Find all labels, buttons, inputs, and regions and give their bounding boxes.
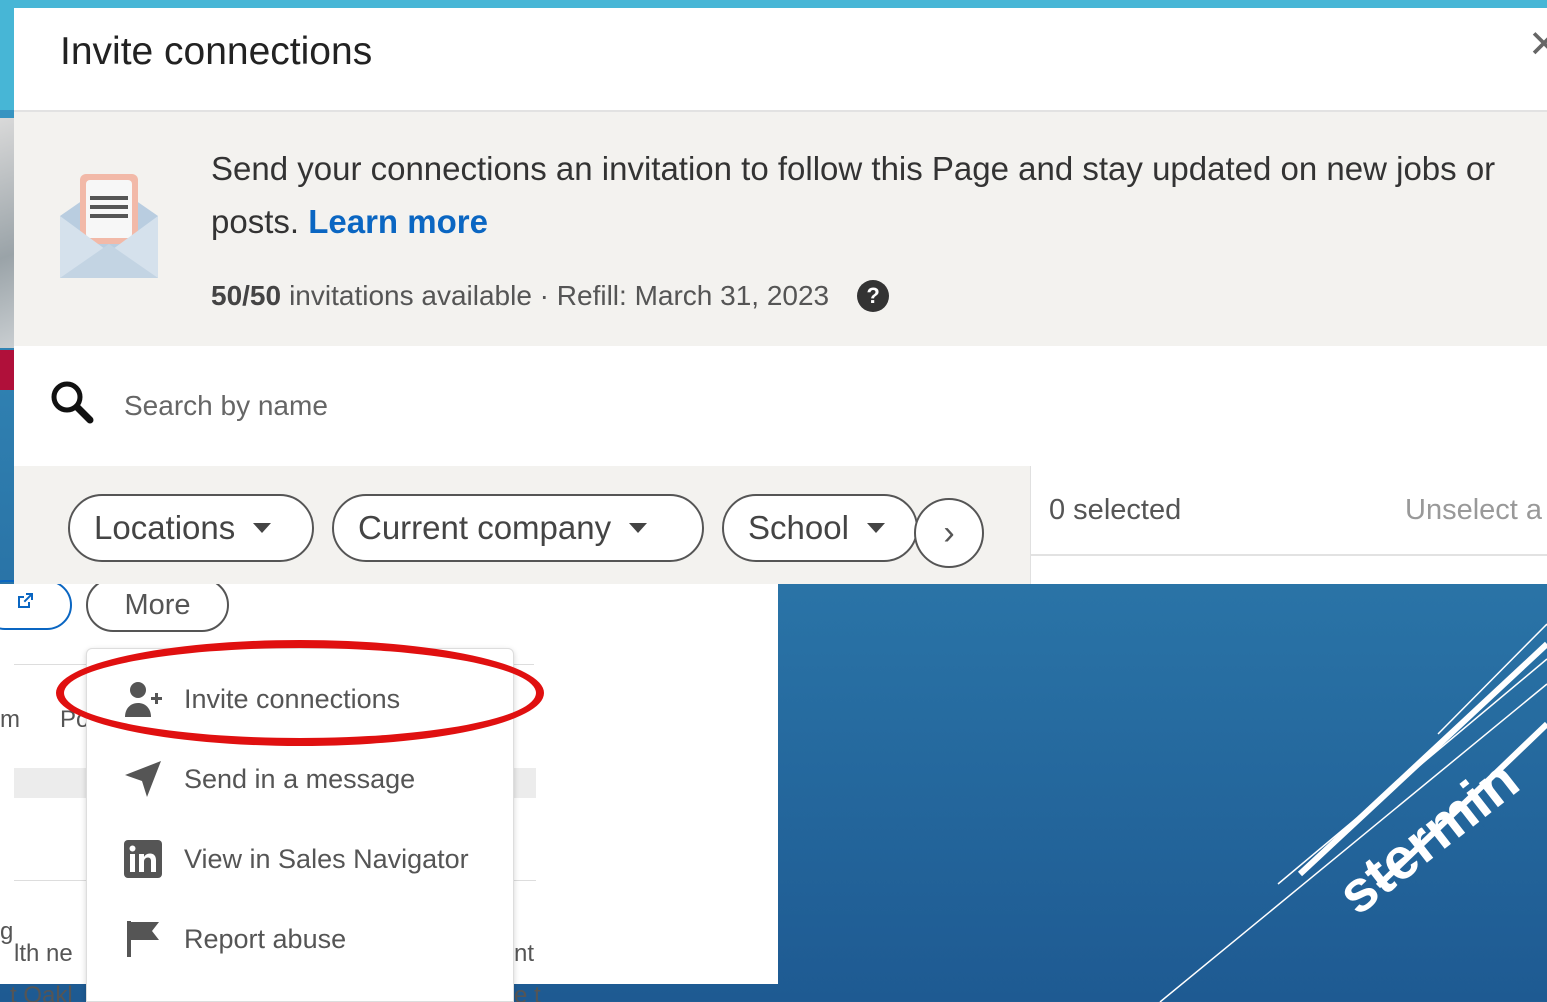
invitations-status: 50/50 invitations available · Refill: Ma… — [211, 280, 890, 312]
background-text-fragment: lth ne — [14, 940, 73, 967]
linkedin-icon — [123, 839, 163, 879]
close-icon[interactable]: ✕ — [1528, 22, 1547, 67]
filter-label: Locations — [94, 509, 236, 546]
envelope-icon — [60, 174, 158, 278]
filter-label: School — [748, 509, 849, 546]
search-row — [14, 346, 1547, 466]
menu-item-label: Invite connections — [184, 683, 401, 714]
caret-down-icon — [629, 523, 648, 533]
background-text-fragment: e t — [514, 982, 541, 1002]
search-icon — [51, 381, 94, 424]
more-button[interactable]: More — [86, 578, 229, 632]
background-external-link-button[interactable] — [0, 580, 72, 630]
selection-panel: 0 selected Unselect a — [1030, 466, 1547, 584]
filters-next-button[interactable]: › — [914, 498, 984, 568]
menu-item-label: Report abuse — [184, 923, 347, 954]
filter-bar: Locations Current company School — [14, 466, 1030, 584]
caret-down-icon — [866, 523, 885, 533]
background-text-fragment: nt — [514, 940, 535, 967]
background-text-fragment: Po — [60, 706, 90, 733]
invitations-label: invitations available · Refill: March 31… — [289, 280, 830, 311]
menu-item-view-sales-navigator[interactable]: View in Sales Navigator — [87, 819, 515, 899]
unselect-all-button[interactable]: Unselect a — [1405, 494, 1542, 527]
backdrop-top-strip — [0, 0, 1547, 8]
background-text-fragment: t Oakl — [10, 982, 73, 1002]
filter-label: Current company — [358, 509, 612, 546]
menu-item-report-abuse[interactable]: Report abuse — [87, 899, 515, 979]
menu-item-label: View in Sales Navigator — [184, 843, 469, 874]
flag-icon — [123, 919, 163, 959]
external-link-icon — [14, 590, 36, 612]
caret-down-icon — [253, 523, 272, 533]
invitations-count: 50/50 — [211, 280, 282, 311]
person-add-icon — [123, 679, 163, 719]
search-input[interactable] — [124, 384, 1024, 428]
learn-more-link[interactable]: Learn more — [308, 203, 488, 240]
send-icon — [123, 759, 163, 799]
invite-connections-modal: Invite connections ✕ Send your connectio… — [14, 8, 1547, 584]
help-icon[interactable]: ? — [857, 280, 890, 312]
filter-school[interactable]: School — [722, 494, 918, 562]
menu-item-label: Send in a message — [184, 763, 416, 794]
selection-divider — [1031, 554, 1547, 556]
chevron-right-icon: › — [943, 513, 955, 552]
menu-item-invite-connections[interactable]: Invite connections — [87, 659, 515, 739]
backdrop-left-strip — [0, 0, 14, 110]
filter-current-company[interactable]: Current company — [332, 494, 704, 562]
selected-count: 0 selected — [1049, 494, 1182, 526]
invitation-description: Send your connections an invitation to f… — [211, 142, 1547, 248]
filter-locations[interactable]: Locations — [68, 494, 314, 562]
menu-item-send-in-message[interactable]: Send in a message — [87, 739, 515, 819]
background-text-fragment: g — [0, 918, 14, 945]
invitation-info-banner: Send your connections an invitation to f… — [14, 112, 1547, 346]
modal-title: Invite connections — [60, 30, 373, 73]
background-red-badge — [0, 350, 14, 390]
background-text-fragment: m — [0, 706, 20, 733]
more-dropdown-menu: Invite connections Send in a message Vie… — [86, 648, 514, 1002]
background-thumbnail — [0, 118, 14, 348]
